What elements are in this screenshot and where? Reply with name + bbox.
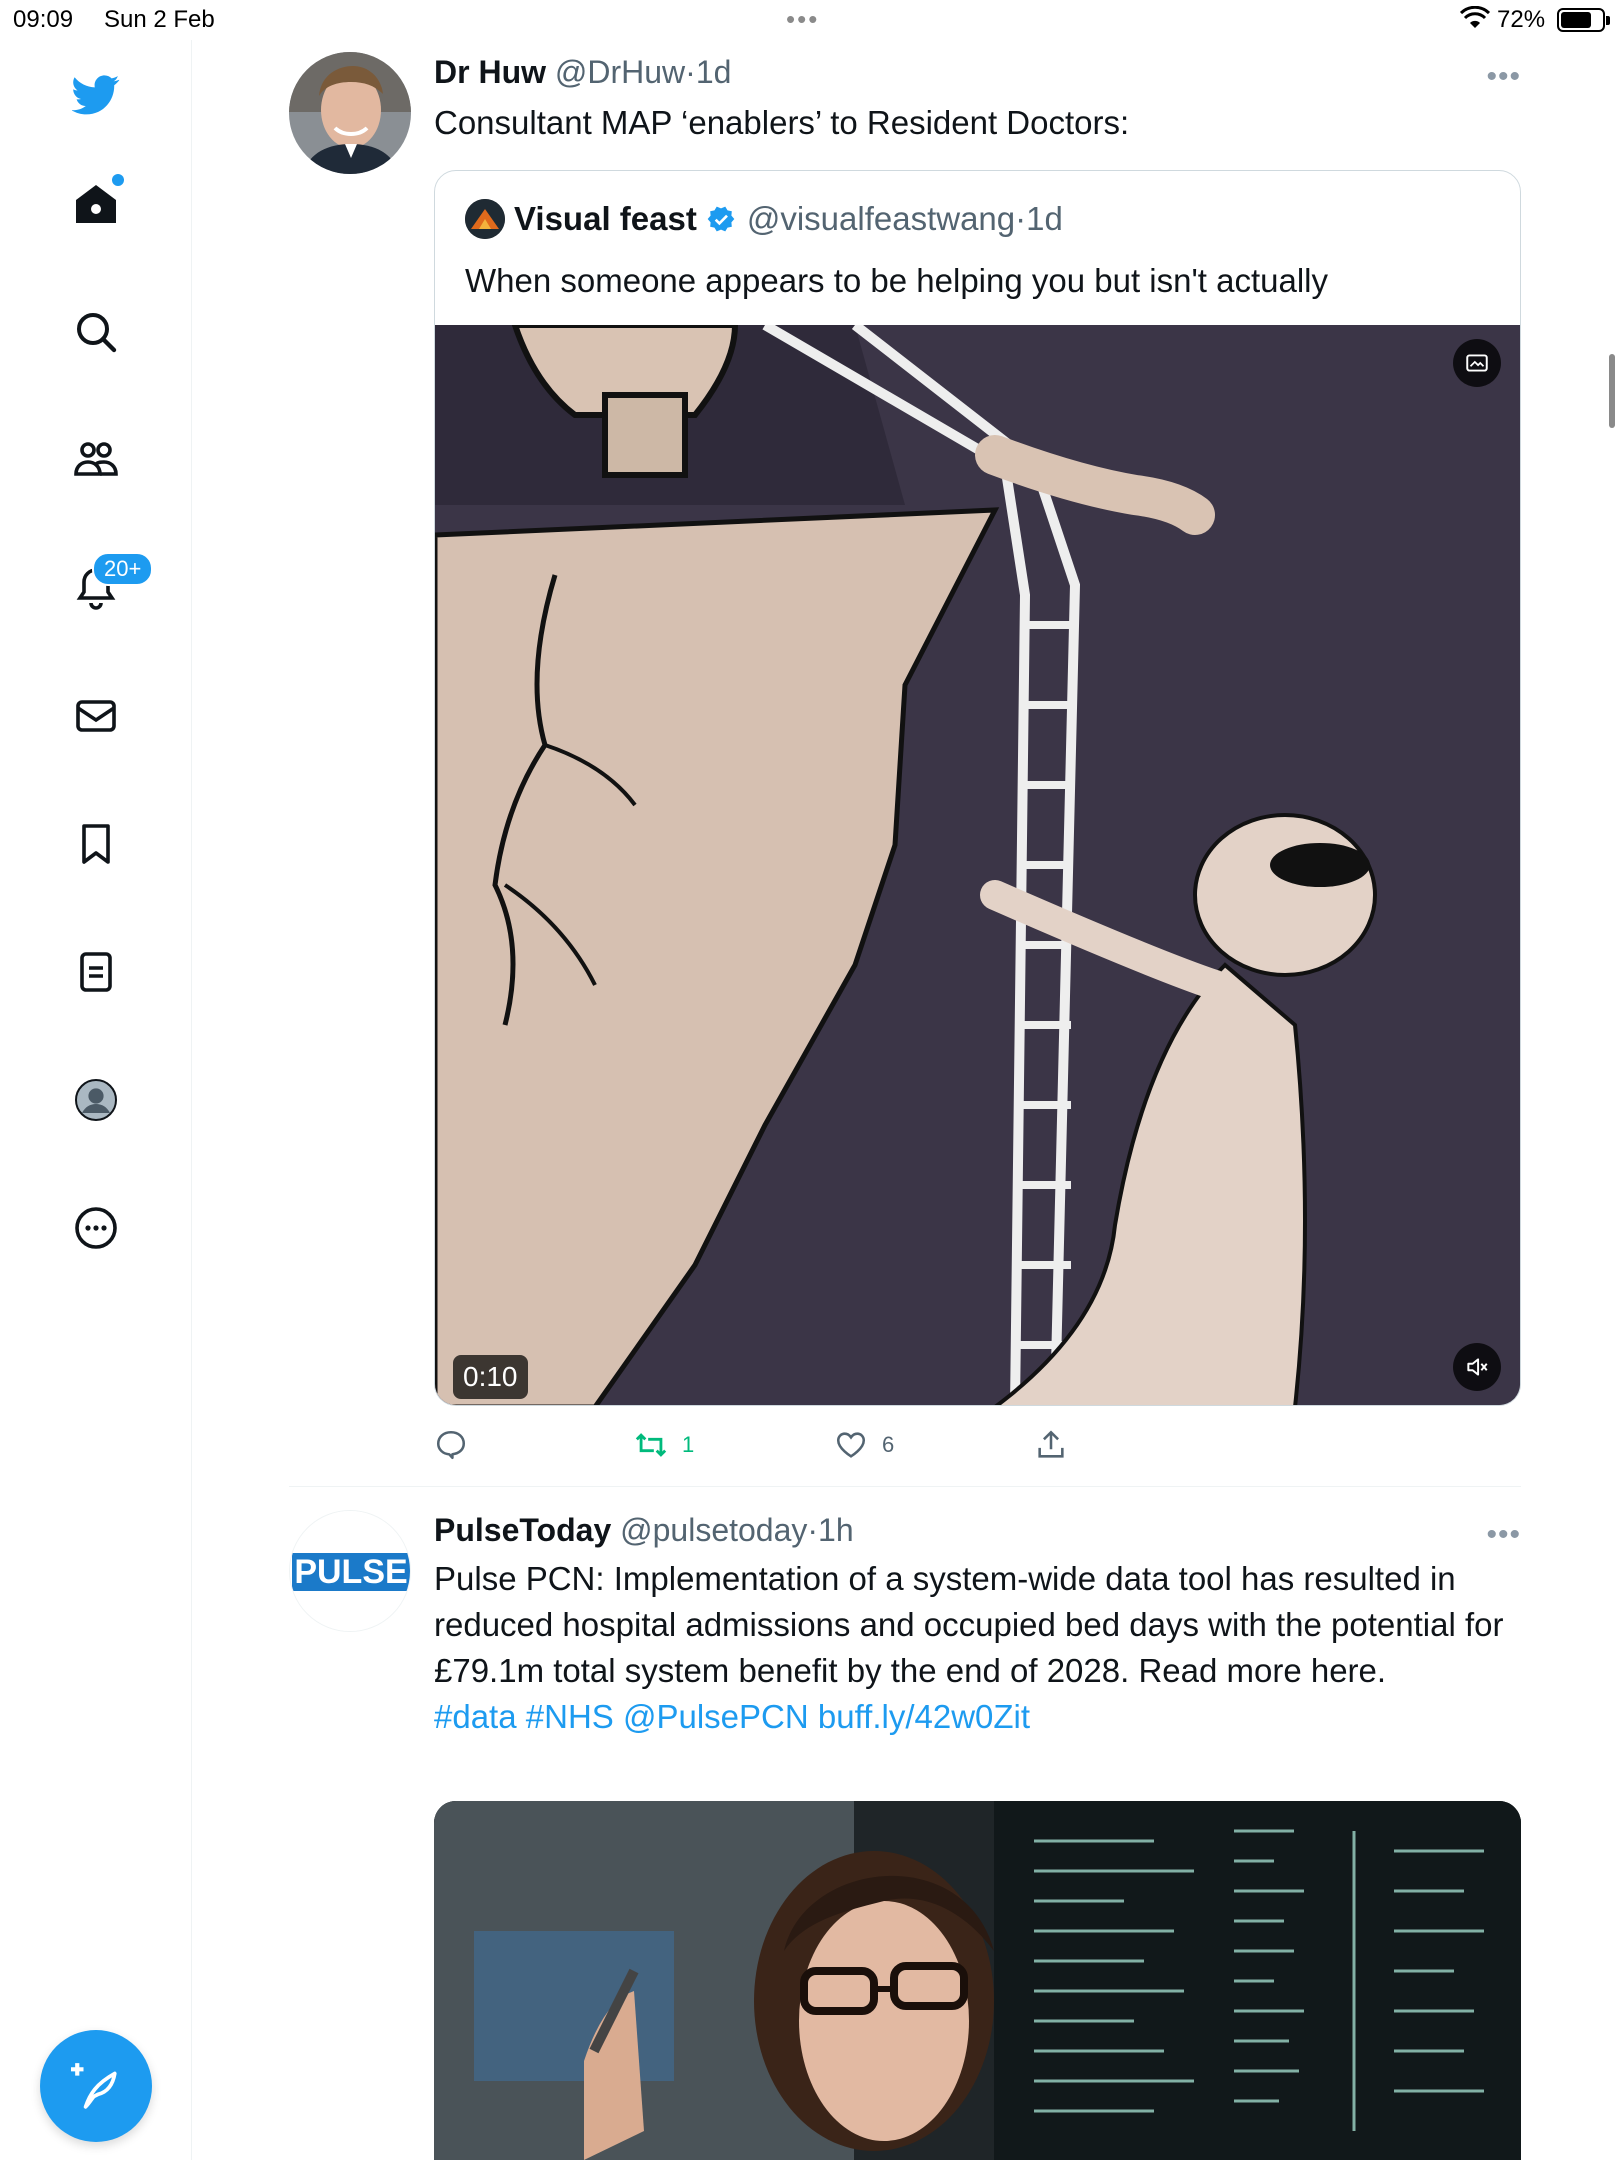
home-new-dot [112, 174, 124, 186]
tweet-text-body: Pulse PCN: Implementation of a system-wi… [434, 1560, 1504, 1689]
avatar[interactable] [289, 52, 411, 174]
retweet-icon [635, 1433, 667, 1457]
compose-tweet-button[interactable] [40, 2030, 152, 2142]
author-handle[interactable]: @pulsetoday [620, 1512, 807, 1548]
bookmarks-icon[interactable] [62, 810, 130, 878]
quote-age[interactable]: 1d [1026, 200, 1063, 238]
status-bar: 09:09 Sun 2 Feb ••• 72% [0, 0, 1620, 40]
heart-icon [836, 1432, 866, 1458]
hashtag-link[interactable]: #NHS [526, 1698, 614, 1735]
share-icon [1038, 1430, 1064, 1458]
tweet-header: PulseToday @pulsetoday·1h [434, 1510, 1521, 1550]
retweet-count: 1 [682, 1432, 695, 1457]
home-icon[interactable] [62, 170, 130, 238]
tweet-image[interactable] [434, 1801, 1521, 2160]
retweet-button[interactable]: 1 [634, 1428, 694, 1462]
header-separator: · [807, 1512, 819, 1548]
quoted-tweet[interactable]: Visual feast @visualfeastwang · 1d When so… [434, 170, 1521, 1406]
tweet[interactable]: Dr Huw @DrHuw·1d ••• Consultant MAP ‘ena… [289, 52, 1521, 1492]
battery-icon [1557, 8, 1610, 32]
scrollbar-thumb[interactable] [1609, 354, 1615, 428]
profile-avatar-icon[interactable] [62, 1066, 130, 1134]
quote-header: Visual feast @visualfeastwang · 1d [465, 199, 1063, 239]
twitter-logo-icon[interactable] [62, 60, 130, 128]
battery-percent: 72% [1497, 6, 1546, 33]
verified-badge-icon [707, 206, 735, 232]
like-button[interactable]: 6 [834, 1428, 894, 1462]
tweet-image-art [434, 1801, 1521, 2160]
alt-media-icon[interactable] [1453, 339, 1501, 387]
url-link[interactable]: buff.ly/42w0Zit [818, 1698, 1030, 1735]
author-handle[interactable]: @DrHuw [555, 54, 685, 90]
video-frame [435, 325, 1520, 1405]
tweet-text: Consultant MAP ‘enablers’ to Resident Do… [434, 104, 1130, 141]
more-icon[interactable] [62, 1194, 130, 1262]
quote-text: When someone appears to be helping you b… [465, 262, 1329, 299]
quote-author-handle[interactable]: @visualfeastwang [747, 200, 1015, 238]
tweet-age[interactable]: 1d [696, 54, 732, 90]
communities-icon[interactable] [62, 426, 130, 494]
mention-link[interactable]: @PulsePCN [623, 1698, 809, 1735]
share-button[interactable] [1034, 1428, 1082, 1462]
author-name[interactable]: PulseToday [434, 1512, 611, 1548]
header-separator: · [685, 54, 696, 90]
notifications-badge: 20+ [92, 552, 154, 586]
wifi-icon [1460, 6, 1490, 28]
tweet-age[interactable]: 1h [818, 1512, 854, 1548]
search-icon[interactable] [62, 298, 130, 366]
like-count: 6 [882, 1432, 895, 1457]
quote-author-name[interactable]: Visual feast [514, 200, 697, 238]
pulse-logo-text: PULSE [294, 1553, 407, 1591]
reply-icon [436, 1430, 466, 1460]
tweet-divider [289, 1486, 1521, 1487]
quote-separator: · [1015, 200, 1027, 237]
tweet-header: Dr Huw @DrHuw·1d [434, 52, 1521, 92]
author-name[interactable]: Dr Huw [434, 54, 546, 90]
tweet-actions: 1 6 [434, 1428, 1521, 1478]
multitasking-dots-icon[interactable]: ••• [786, 4, 819, 35]
messages-icon[interactable] [62, 682, 130, 750]
tweet[interactable]: PULSE PulseToday @pulsetoday·1h ••• Puls… [289, 1510, 1521, 2160]
lists-icon[interactable] [62, 938, 130, 1006]
timeline-feed: Dr Huw @DrHuw·1d ••• Consultant MAP ‘ena… [192, 40, 1615, 2160]
status-date: Sun 2 Feb [104, 6, 215, 33]
avatar[interactable]: PULSE [289, 1510, 411, 1632]
tweet-text: Pulse PCN: Implementation of a system-wi… [434, 1556, 1521, 1740]
quote-avatar[interactable] [465, 199, 505, 239]
hashtag-link[interactable]: #data [434, 1698, 517, 1735]
video-duration: 0:10 [453, 1355, 528, 1399]
more-options-icon[interactable]: ••• [1486, 60, 1521, 94]
tweet-body: PulseToday @pulsetoday·1h ••• Pulse PCN:… [434, 1510, 1521, 2160]
status-time: 09:09 [13, 6, 74, 33]
notifications-icon[interactable]: 20+ [62, 552, 154, 622]
sidebar: 20+ [0, 40, 192, 2160]
mute-icon[interactable] [1453, 1343, 1501, 1391]
video-player[interactable]: 0:10 [435, 325, 1520, 1405]
compose-feather-icon [71, 2063, 117, 2109]
reply-button[interactable] [434, 1428, 482, 1462]
more-options-icon[interactable]: ••• [1486, 1518, 1521, 1552]
tweet-body: Dr Huw @DrHuw·1d ••• Consultant MAP ‘ena… [434, 52, 1521, 1460]
